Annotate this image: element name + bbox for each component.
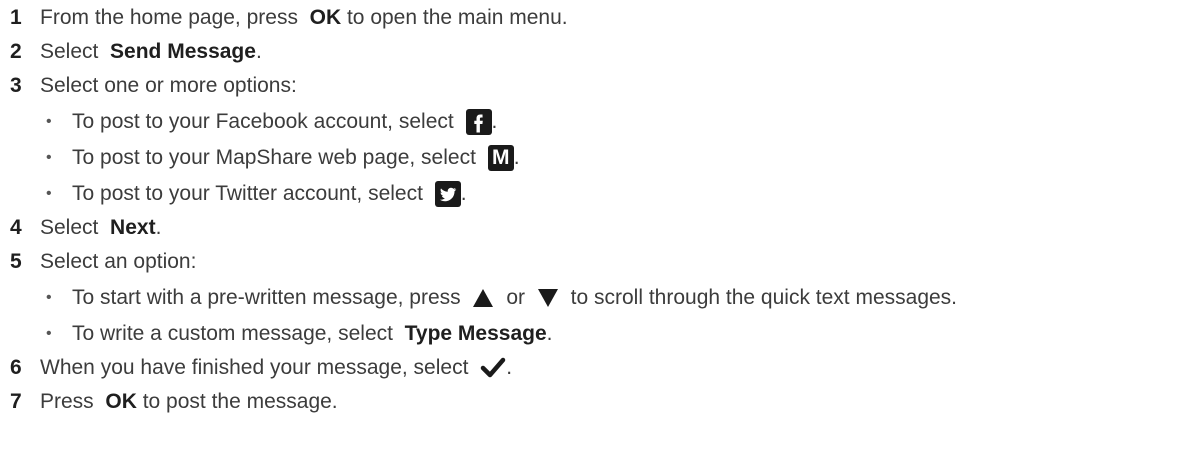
step-text: Select Next.	[40, 216, 161, 240]
option-text: To post to your Facebook account, select…	[72, 109, 497, 135]
step-number: 6	[10, 356, 22, 379]
checkmark-icon	[480, 357, 506, 378]
option-text-pre: To start with a pre-written message, pre…	[72, 286, 467, 309]
option-text-pre: To post to your Twitter account, select	[72, 182, 429, 205]
step-text: From the home page, press OK to open the…	[40, 6, 568, 30]
down-arrow-icon	[537, 289, 558, 307]
option-text: To post to your Twitter account, select …	[72, 181, 467, 207]
bullet: •	[46, 113, 52, 130]
facebook-icon	[465, 109, 492, 135]
twitter-icon	[434, 181, 461, 207]
bullet: •	[46, 289, 52, 306]
step-text-post: to open the main menu.	[341, 6, 568, 29]
step-text: Select Send Message.	[40, 40, 262, 64]
step-bold-ok: OK	[309, 6, 342, 29]
step-text-pre: Select	[40, 40, 105, 63]
step-number: 2	[10, 40, 22, 63]
option-text-post: .	[460, 182, 467, 205]
option-text: To post to your MapShare web page, selec…	[72, 145, 520, 171]
option-text-post: .	[491, 110, 498, 133]
step-text: Press OK to post the message.	[40, 390, 338, 414]
step-text-pre: Select	[40, 216, 105, 239]
option-text-mid: or	[500, 286, 531, 309]
option-text-post: .	[546, 322, 553, 345]
bullet: •	[46, 185, 52, 202]
option-text-post: to scroll through the quick text message…	[564, 286, 958, 309]
step-text: Select one or more options:	[40, 74, 297, 97]
bullet: •	[46, 149, 52, 166]
option-text-pre: To post to your MapShare web page, selec…	[72, 146, 482, 169]
step-text-post: .	[506, 356, 513, 379]
option-text-pre: To write a custom message, select	[72, 322, 399, 345]
step-number: 5	[10, 250, 22, 273]
option-text: To start with a pre-written message, pre…	[72, 286, 957, 310]
step-bold-send-message: Send Message	[110, 40, 256, 63]
step-text: Select an option:	[40, 250, 197, 273]
step-number: 4	[10, 216, 22, 239]
step-text: When you have finished your message, sel…	[40, 356, 512, 380]
step-bold-next: Next	[110, 216, 156, 239]
mapshare-letter: M	[492, 146, 510, 169]
bullet: •	[46, 325, 52, 342]
step-text-pre: When you have finished your message, sel…	[40, 356, 475, 379]
mapshare-icon: M	[487, 145, 514, 171]
up-arrow-icon	[473, 289, 494, 307]
option-text: To write a custom message, select Type M…	[72, 322, 553, 346]
instruction-list: 1 From the home page, press OK to open t…	[0, 0, 1188, 474]
step-number: 1	[10, 6, 22, 29]
step-number: 3	[10, 74, 22, 97]
step-text-post: .	[255, 40, 262, 63]
step-number: 7	[10, 390, 22, 413]
step-text-pre: From the home page, press	[40, 6, 304, 29]
step-bold-ok: OK	[105, 390, 137, 413]
option-text-pre: To post to your Facebook account, select	[72, 110, 460, 133]
option-text-post: .	[513, 146, 520, 169]
step-text-pre: Press	[40, 390, 100, 413]
step-bold-type-message: Type Message	[404, 322, 547, 345]
step-text-post: to post the message.	[136, 390, 338, 413]
step-text-post: .	[155, 216, 162, 239]
